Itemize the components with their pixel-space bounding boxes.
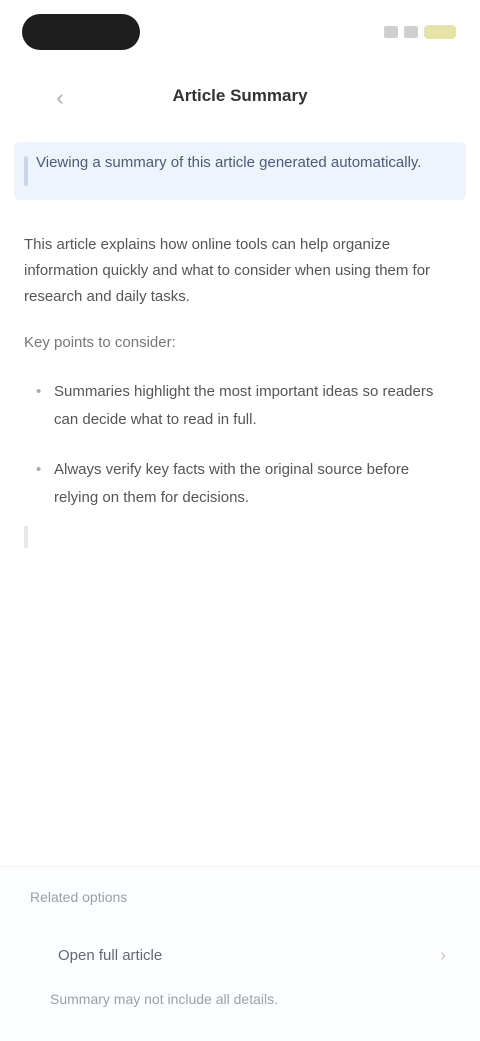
sheet-footer: Summary may not include all details. <box>50 991 278 1007</box>
chevron-left-icon: ‹ <box>56 85 64 110</box>
sheet-row-label: Open full article <box>58 947 163 964</box>
summary-notice: Viewing a summary of this article genera… <box>14 142 466 200</box>
list-item: Summaries highlight the most important i… <box>36 378 456 434</box>
article-subhead: Key points to consider: <box>24 334 176 351</box>
article-bullet-list: Summaries highlight the most important i… <box>24 378 456 512</box>
article-body: This article explains how online tools c… <box>24 232 456 534</box>
page-title: Article Summary <box>172 86 308 105</box>
list-item: Always verify key facts with the origina… <box>36 456 456 512</box>
time-pill <box>22 14 140 50</box>
text-cursor-mark <box>24 526 28 548</box>
status-bar <box>0 0 480 64</box>
back-button[interactable]: ‹ <box>44 84 76 112</box>
bottom-sheet: Related options Open full article › Summ… <box>0 866 480 1041</box>
summary-notice-text: Viewing a summary of this article genera… <box>36 154 422 171</box>
status-icons <box>356 24 456 40</box>
top-navigation: ‹ Article Summary <box>0 72 480 124</box>
sheet-title: Related options <box>30 889 128 905</box>
article-intro: This article explains how online tools c… <box>24 236 431 305</box>
wifi-icon <box>404 26 418 38</box>
open-full-article-row[interactable]: Open full article › <box>46 943 446 973</box>
battery-icon <box>424 25 456 39</box>
signal-icon <box>384 26 398 38</box>
chevron-right-icon: › <box>440 945 446 965</box>
